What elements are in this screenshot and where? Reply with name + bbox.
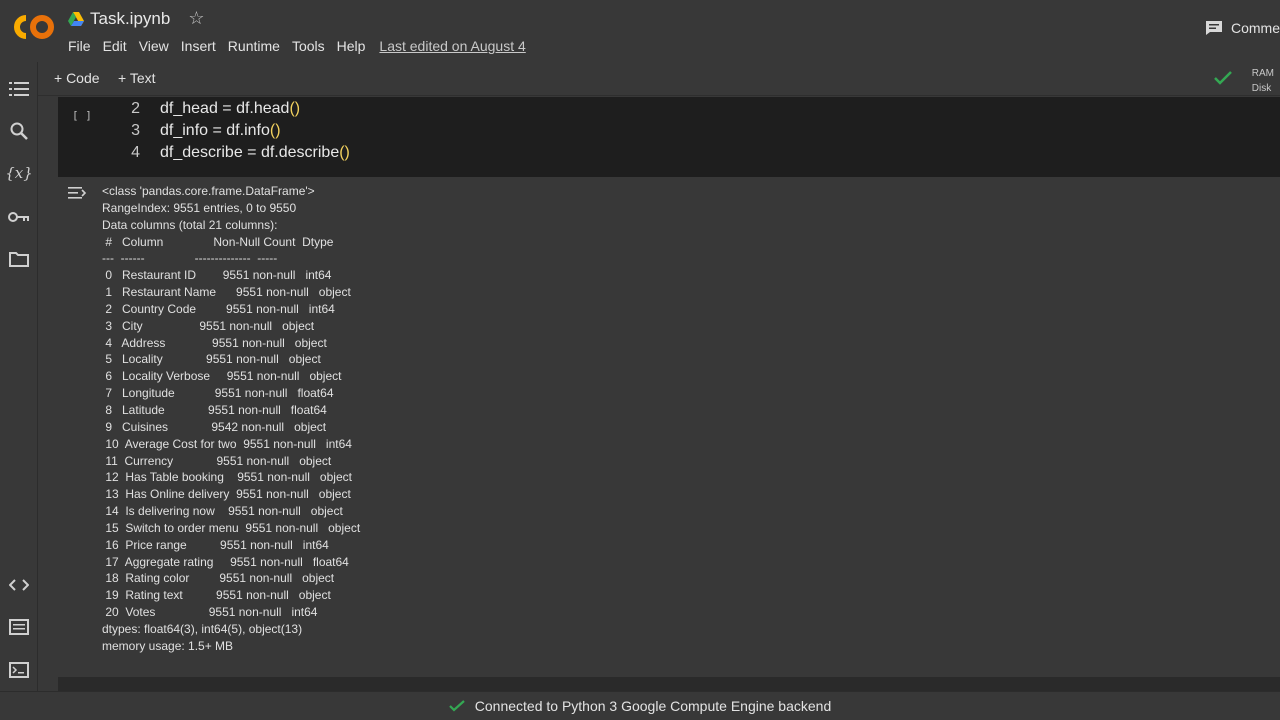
- output-line: 1 Restaurant Name 9551 non-null object: [102, 285, 351, 300]
- code-cell[interactable]: [ ] 2 df_head = df.head() 3 df_info = df.i…: [58, 97, 1280, 177]
- connected-check-icon: [1214, 71, 1232, 85]
- resource-monitor[interactable]: RAM Disk: [1252, 66, 1274, 96]
- menu-insert[interactable]: Insert: [181, 38, 216, 54]
- top-bar: Task.ipynb ☆ File Edit View Insert Runti…: [0, 0, 1280, 62]
- comment-label: Comme: [1230, 20, 1280, 36]
- comment-icon: [1205, 21, 1222, 35]
- menu-help[interactable]: Help: [337, 38, 366, 54]
- output-text: <class 'pandas.core.frame.DataFrame'> Ran…: [102, 183, 360, 655]
- disk-label: Disk: [1251, 83, 1272, 94]
- notebook-title[interactable]: Task.ipynb: [90, 9, 170, 29]
- menu-edit[interactable]: Edit: [103, 38, 127, 54]
- output-line: 6 Locality Verbose 9551 non-null object: [102, 369, 342, 384]
- add-text-button[interactable]: + Text: [118, 70, 156, 86]
- output-line: 13 Has Online delivery 9551 non-null obj…: [102, 487, 351, 502]
- output-line: memory usage: 1.5+ MB: [102, 638, 234, 653]
- star-icon[interactable]: ☆: [188, 8, 204, 29]
- search-icon[interactable]: [8, 120, 30, 142]
- output-line: 20 Votes 9551 non-null int64: [102, 605, 318, 620]
- colab-logo[interactable]: [12, 12, 56, 42]
- table-of-contents-icon[interactable]: [8, 78, 30, 100]
- output-line: --- ------ -------------- -----: [102, 251, 278, 266]
- output-line: 12 Has Table booking 9551 non-null objec…: [102, 470, 352, 485]
- output-line: 0 Restaurant ID 9551 non-null int64: [102, 268, 332, 283]
- code-paren: (): [269, 122, 281, 139]
- output-line: 17 Aggregate rating 9551 non-null float6…: [102, 554, 349, 569]
- notebook-toolbar: + Code + Text RAM Disk: [38, 62, 1280, 96]
- secrets-key-icon[interactable]: [8, 206, 30, 228]
- output-line: 11 Currency 9551 non-null object: [102, 453, 332, 468]
- drive-icon: [68, 11, 84, 26]
- comment-button[interactable]: Comme: [1205, 20, 1280, 36]
- code-text: df_describe = df.describe: [160, 144, 340, 161]
- files-folder-icon[interactable]: [8, 248, 30, 270]
- line-number: 3: [131, 122, 140, 139]
- status-text: Connected to Python 3 Google Compute Eng…: [474, 698, 832, 714]
- code-text: df_head = df.head: [160, 100, 290, 117]
- code-line[interactable]: 2 df_head = df.head(): [116, 100, 300, 118]
- menu-file[interactable]: File: [68, 38, 91, 54]
- menu-view[interactable]: View: [139, 38, 169, 54]
- code-line[interactable]: 3 df_info = df.info(): [116, 122, 281, 140]
- line-number: 2: [131, 100, 140, 117]
- menu-runtime[interactable]: Runtime: [228, 38, 280, 54]
- output-line: 3 City 9551 non-null object: [102, 318, 315, 333]
- output-line: # Column Non-Null Count Dtype: [102, 234, 334, 249]
- status-bar: Connected to Python 3 Google Compute Eng…: [0, 691, 1280, 720]
- code-text: df_info = df.info: [160, 122, 270, 139]
- menu-bar: File Edit View Insert Runtime Tools Help…: [68, 38, 538, 54]
- add-code-button[interactable]: + Code: [54, 70, 100, 86]
- output-line: 10 Average Cost for two 9551 non-null in…: [102, 436, 352, 451]
- output-line: 16 Price range 9551 non-null int64: [102, 537, 329, 552]
- command-palette-icon[interactable]: [8, 616, 30, 638]
- output-actions-icon[interactable]: [68, 185, 88, 201]
- variables-icon[interactable]: {x}: [5, 162, 33, 184]
- output-line: 2 Country Code 9551 non-null int64: [102, 301, 335, 316]
- ram-label: RAM: [1251, 68, 1274, 79]
- output-line: RangeIndex: 9551 entries, 0 to 9550: [102, 200, 297, 215]
- output-line: 8 Latitude 9551 non-null float64: [102, 402, 327, 417]
- output-line: Data columns (total 21 columns):: [102, 217, 278, 232]
- output-line: 7 Longitude 9551 non-null float64: [102, 386, 334, 401]
- code-snippets-icon[interactable]: [8, 574, 30, 596]
- status-check-icon: [448, 700, 465, 712]
- terminal-icon[interactable]: [8, 659, 30, 681]
- cell-output: <class 'pandas.core.frame.DataFrame'> Ran…: [58, 177, 1280, 677]
- next-cell-preview[interactable]: [58, 677, 1280, 691]
- last-edited-link[interactable]: Last edited on August 4: [379, 38, 525, 54]
- output-line: <class 'pandas.core.frame.DataFrame'>: [102, 184, 315, 198]
- output-line: 15 Switch to order menu 9551 non-null ob…: [102, 520, 361, 535]
- output-line: 14 Is delivering now 9551 non-null objec…: [102, 504, 343, 519]
- left-sidebar: {x}: [0, 62, 38, 692]
- output-line: 4 Address 9551 non-null object: [102, 335, 327, 350]
- code-line[interactable]: 4 df_describe = df.describe(): [116, 144, 350, 162]
- output-line: 9 Cuisines 9542 non-null object: [102, 419, 327, 434]
- run-cell-button[interactable]: [ ]: [72, 109, 92, 122]
- output-line: 5 Locality 9551 non-null object: [102, 352, 321, 367]
- line-number: 4: [131, 144, 140, 161]
- output-line: 18 Rating color 9551 non-null object: [102, 571, 335, 586]
- menu-tools[interactable]: Tools: [292, 38, 325, 54]
- output-line: dtypes: float64(3), int64(5), object(13): [102, 621, 303, 636]
- output-line: 19 Rating text 9551 non-null object: [102, 588, 331, 603]
- code-paren: (): [289, 100, 301, 117]
- code-paren: (): [339, 144, 350, 161]
